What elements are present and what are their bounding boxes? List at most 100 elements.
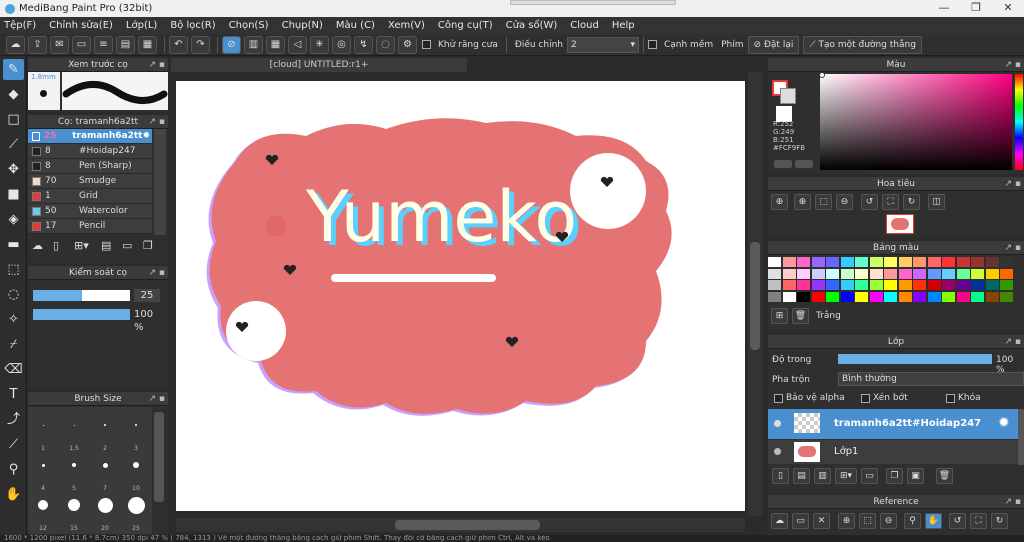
brush-size-option[interactable]: 7 bbox=[90, 451, 120, 492]
palette-swatch[interactable] bbox=[884, 291, 897, 302]
brush-size-option[interactable]: 5 bbox=[59, 451, 89, 492]
palette-swatch[interactable] bbox=[971, 291, 984, 302]
color-mode-button[interactable] bbox=[774, 160, 792, 168]
palette-swatch[interactable] bbox=[782, 291, 796, 302]
palette-swatch[interactable] bbox=[884, 268, 897, 279]
menu-select[interactable]: Chọn(S) bbox=[229, 20, 269, 31]
color-picker-cursor[interactable] bbox=[819, 72, 825, 78]
palette-swatch[interactable] bbox=[884, 280, 897, 290]
brush-settings-icon[interactable]: ▤ bbox=[101, 239, 117, 253]
palette-swatch[interactable] bbox=[927, 268, 941, 279]
select-tool-icon[interactable]: ⬚ bbox=[3, 259, 24, 280]
palette-swatch[interactable] bbox=[826, 257, 839, 267]
palette-swatch[interactable] bbox=[927, 291, 941, 302]
layer-list-scrollbar[interactable] bbox=[1018, 409, 1024, 465]
palette-swatch[interactable] bbox=[942, 291, 955, 302]
palette-swatch[interactable] bbox=[985, 291, 999, 302]
panel-menu-icon[interactable]: ↗ ▪ bbox=[1004, 335, 1021, 349]
divide-tool-icon[interactable]: ⟋ bbox=[3, 434, 24, 455]
add-layer-menu-icon[interactable]: ⊞▾ bbox=[835, 468, 857, 484]
folder-icon[interactable]: ▭ bbox=[861, 468, 878, 484]
brush-item[interactable]: 25 tramanh6a2tt ✹ bbox=[28, 129, 152, 144]
open-reference-icon[interactable]: ▭ bbox=[792, 513, 809, 529]
brush-size-value[interactable]: 25 bbox=[134, 289, 160, 302]
hand-icon[interactable]: ✋ bbox=[925, 513, 942, 529]
brush-size-option[interactable]: 15 bbox=[59, 491, 89, 532]
eyedropper-tool-icon[interactable]: ⚲ bbox=[3, 459, 24, 480]
add-brush-icon[interactable]: ⊞▾ bbox=[74, 239, 96, 253]
snap-settings-icon[interactable]: ⚙ bbox=[398, 35, 417, 54]
gear-icon[interactable]: ✹ bbox=[142, 131, 150, 141]
brush-opacity-slider[interactable] bbox=[33, 309, 130, 320]
palette-swatch[interactable] bbox=[869, 291, 883, 302]
gradient-tool-icon[interactable]: ▬ bbox=[3, 234, 24, 255]
comment-icon[interactable]: ✉ bbox=[50, 35, 69, 54]
palette-swatch[interactable] bbox=[855, 280, 868, 290]
palette-swatch[interactable] bbox=[855, 268, 868, 279]
menu-edit[interactable]: Chỉnh sửa(E) bbox=[49, 20, 113, 31]
duplicate-icon[interactable]: ❐ bbox=[143, 239, 159, 253]
palette-swatch[interactable] bbox=[884, 257, 897, 267]
document-tab[interactable]: [cloud] UNTITLED:r1+ bbox=[171, 58, 467, 72]
snap-parallel-icon[interactable]: ▥ bbox=[244, 35, 263, 54]
palette-swatch[interactable] bbox=[956, 280, 970, 290]
palette-swatch[interactable] bbox=[913, 257, 926, 267]
fill-rect-tool-icon[interactable]: ■ bbox=[3, 184, 24, 205]
fit-screen-icon[interactable]: ⛶ bbox=[882, 194, 899, 210]
palette-swatch[interactable] bbox=[869, 257, 883, 267]
zoom-in-icon[interactable]: ⊕ bbox=[838, 513, 855, 529]
restore-icon[interactable]: ❐ bbox=[960, 0, 992, 17]
canvas-vertical-thumb[interactable] bbox=[750, 242, 760, 350]
snap-ellipse-icon[interactable]: ◌ bbox=[376, 35, 395, 54]
brush-item[interactable]: 8 #Hoidap247 bbox=[28, 144, 152, 159]
palette-swatch[interactable] bbox=[913, 291, 926, 302]
hand-tool-icon[interactable]: ✋ bbox=[3, 484, 24, 505]
clipping-checkbox[interactable] bbox=[861, 394, 870, 403]
select-eraser-tool-icon[interactable]: ⌫ bbox=[3, 359, 24, 380]
brush-tool-icon[interactable]: ✎ bbox=[3, 59, 24, 80]
cloud-reference-icon[interactable]: ☁ bbox=[771, 513, 788, 529]
eraser-tool-icon[interactable]: ◆ bbox=[3, 84, 24, 105]
panel-menu-icon[interactable]: ↗ ▪ bbox=[1004, 495, 1021, 509]
share-icon[interactable]: ⇪ bbox=[28, 35, 47, 54]
palette-swatch[interactable] bbox=[985, 280, 999, 290]
merge-layer-icon[interactable]: ▣ bbox=[907, 468, 924, 484]
brush-size-option[interactable]: 12 bbox=[28, 491, 58, 532]
visibility-icon[interactable] bbox=[774, 448, 781, 455]
layer-opacity-slider[interactable] bbox=[838, 354, 992, 364]
panel-menu-icon[interactable]: ↗ ▪ bbox=[1004, 241, 1021, 255]
palette-swatch[interactable] bbox=[913, 280, 926, 290]
line-tool-icon[interactable]: ⟋ bbox=[3, 134, 24, 155]
palette-swatch[interactable] bbox=[985, 268, 999, 279]
palette-swatch[interactable] bbox=[768, 257, 781, 267]
rotate-left-icon[interactable]: ↺ bbox=[861, 194, 878, 210]
palette-swatch[interactable] bbox=[840, 268, 854, 279]
lock-checkbox[interactable] bbox=[946, 394, 955, 403]
minimize-icon[interactable]: — bbox=[928, 0, 960, 17]
brush-item[interactable]: 50 Watercolor bbox=[28, 204, 152, 219]
brush-size-scrollbar[interactable] bbox=[154, 412, 164, 502]
panel-menu-icon[interactable]: ↗ ▪ bbox=[148, 115, 165, 129]
brush-item[interactable]: 17 Pencil bbox=[28, 219, 152, 234]
visibility-icon[interactable] bbox=[774, 420, 781, 427]
delete-layer-icon[interactable]: 🗑 bbox=[936, 468, 953, 484]
blend-mode-select[interactable]: Bình thường bbox=[838, 372, 1024, 386]
grid-view-icon[interactable]: ▦ bbox=[138, 35, 157, 54]
flip-icon[interactable]: ◫ bbox=[928, 194, 945, 210]
palette-swatch[interactable] bbox=[956, 268, 970, 279]
zoom-in-icon[interactable]: ⊕ bbox=[771, 194, 788, 210]
palette-swatch[interactable] bbox=[942, 257, 955, 267]
snap-circle-icon[interactable]: ◎ bbox=[332, 35, 351, 54]
rotate-right-icon[interactable]: ↻ bbox=[991, 513, 1008, 529]
palette-swatch[interactable] bbox=[1000, 280, 1013, 290]
navigator-thumbnail[interactable] bbox=[886, 214, 914, 234]
zoom-out-icon[interactable]: ⊖ bbox=[836, 194, 853, 210]
palette-swatch[interactable] bbox=[768, 280, 781, 290]
palette-swatch[interactable] bbox=[840, 257, 854, 267]
panel-menu-icon[interactable]: ↗ ▪ bbox=[148, 392, 165, 406]
panel-menu-icon[interactable]: ↗ ▪ bbox=[148, 58, 165, 72]
hue-slider[interactable] bbox=[1015, 74, 1023, 170]
reset-button[interactable]: ⊘ Đặt lại bbox=[747, 35, 800, 54]
drag-handle[interactable] bbox=[510, 0, 676, 5]
gear-icon[interactable]: ✹ bbox=[998, 415, 1010, 431]
